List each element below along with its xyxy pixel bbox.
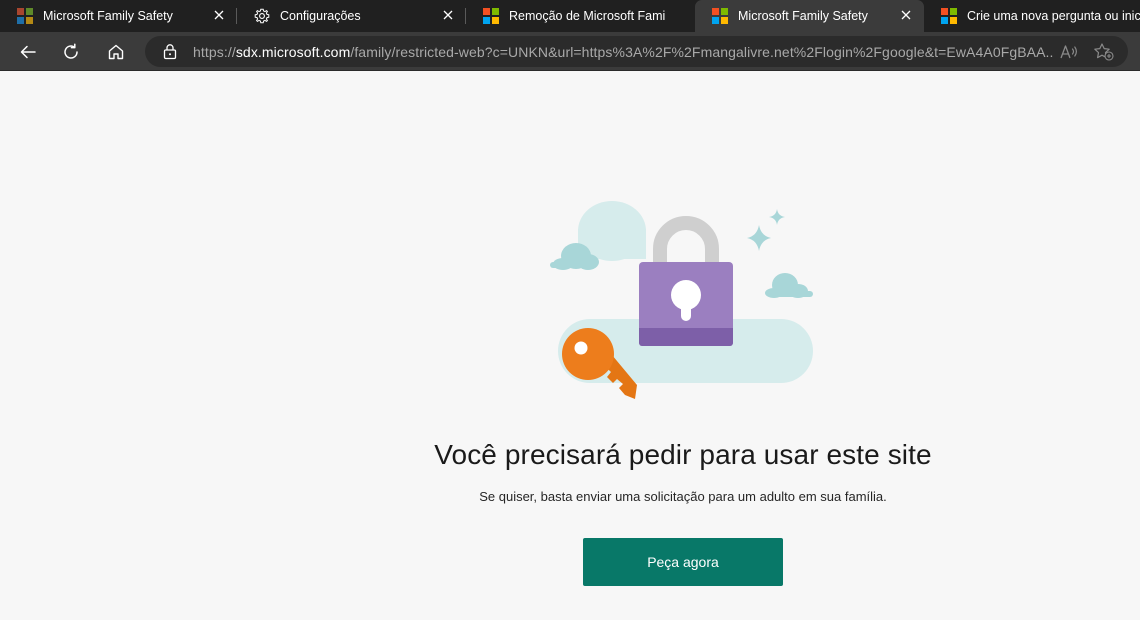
home-button[interactable] [102,38,130,66]
back-arrow-icon [20,45,36,59]
close-icon[interactable] [442,9,454,21]
lock-icon[interactable] [163,43,177,60]
url-path: /family/restricted-web?c=UNKN&url=https%… [350,44,1053,60]
browser-toolbar: https://sdx.microsoft.com/family/restric… [0,32,1140,71]
sparkle-icon [769,209,785,225]
home-icon [108,44,124,60]
padlock-shackle [653,216,719,264]
refresh-button[interactable] [57,38,85,66]
tab-title: Configurações [280,9,361,23]
sparkle-icon [747,225,771,251]
tab-title: Remoção de Microsoft Family Safety [509,9,665,23]
read-aloud-icon[interactable] [1059,43,1079,61]
url-scheme: https:// [193,44,236,60]
tab-title: Microsoft Family Safety [43,9,173,23]
close-icon[interactable] [900,9,912,21]
page-content: Você precisará pedir para usar este site… [0,71,1140,620]
tab-strip: Microsoft Family Safety Configurações Re… [0,0,1140,32]
tab-family-safety-1[interactable]: Microsoft Family Safety [0,0,237,32]
tab-family-safety-active[interactable]: Microsoft Family Safety [695,0,924,32]
close-icon[interactable] [213,9,225,21]
add-favorite-star-icon[interactable] [1093,42,1115,62]
tab-configuracoes[interactable]: Configurações [237,0,466,32]
ask-now-button[interactable]: Peça agora [583,538,783,586]
page-headline: Você precisará pedir para usar este site [434,439,932,470]
microsoft-logo-icon [712,8,728,24]
tab-crie-pergunta[interactable]: Crie uma nova pergunta ou inicie uma dis… [924,0,1140,32]
microsoft-logo-icon [483,8,499,24]
back-button[interactable] [14,38,42,66]
address-bar[interactable]: https://sdx.microsoft.com/family/restric… [145,36,1128,67]
url-host: sdx.microsoft.com [235,44,351,60]
tab-title: Crie uma nova pergunta ou inicie uma dis… [967,9,1140,23]
microsoft-logo-icon [17,8,33,24]
lock-and-key-illustration-icon [550,201,813,399]
gear-icon [254,8,270,24]
tab-remocao-family-safety[interactable]: Remoção de Microsoft Family Safety [466,0,695,32]
small-cloud-right-icon [765,273,813,298]
refresh-icon [64,43,78,59]
url-text[interactable]: https://sdx.microsoft.com/family/restric… [193,44,1053,60]
page-subline: Se quiser, basta enviar uma solicitação … [479,489,887,504]
microsoft-logo-icon [941,8,957,24]
tab-title: Microsoft Family Safety [738,9,868,23]
